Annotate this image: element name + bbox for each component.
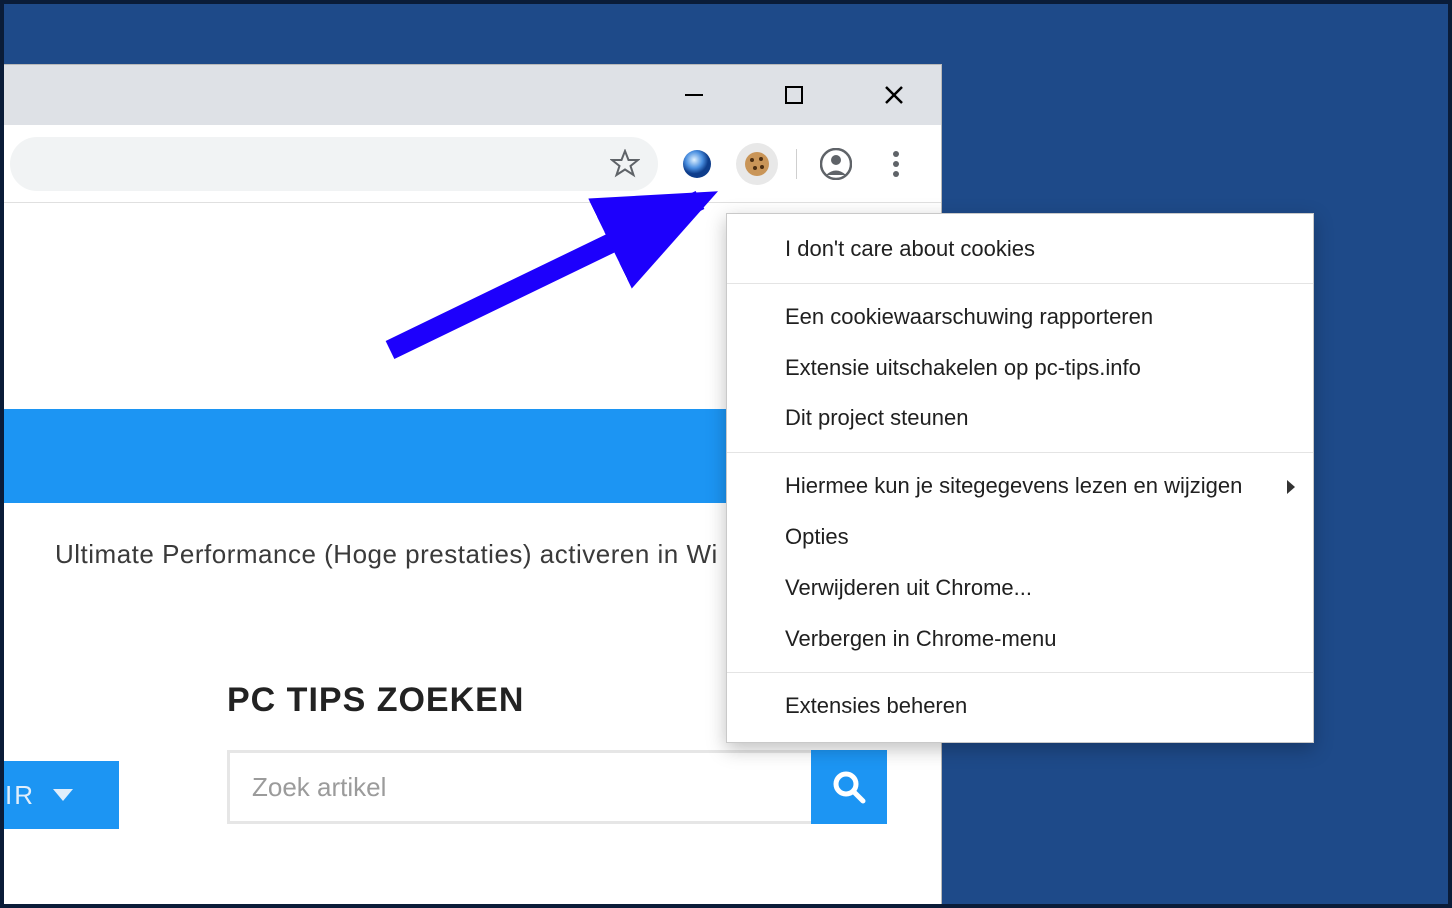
extension-cookie-button[interactable] xyxy=(736,143,778,185)
dropdown-label: IR xyxy=(5,780,35,811)
menu-item-options[interactable]: Opties xyxy=(727,512,1313,563)
cookie-icon xyxy=(742,149,772,179)
separator xyxy=(796,149,797,179)
minimize-button[interactable] xyxy=(671,72,717,118)
search-button[interactable] xyxy=(811,750,887,824)
menu-button[interactable] xyxy=(875,143,917,185)
menu-item-label: Verbergen in Chrome-menu xyxy=(785,624,1056,655)
search-input[interactable] xyxy=(227,750,811,824)
menu-title[interactable]: I don't care about cookies xyxy=(727,224,1313,275)
menu-item-site-data[interactable]: Hiermee kun je sitegegevens lezen en wij… xyxy=(727,461,1313,512)
search-icon xyxy=(831,769,867,805)
minimize-icon xyxy=(683,84,705,106)
menu-item-disable-site[interactable]: Extensie uitschakelen op pc-tips.info xyxy=(727,343,1313,394)
menu-separator xyxy=(727,452,1313,453)
menu-item-label: Hiermee kun je sitegegevens lezen en wij… xyxy=(785,471,1242,502)
menu-title-label: I don't care about cookies xyxy=(785,234,1035,265)
extension-context-menu: I don't care about cookies Een cookiewaa… xyxy=(726,213,1314,743)
menu-item-label: Extensies beheren xyxy=(785,691,967,722)
menu-separator xyxy=(727,283,1313,284)
menu-item-remove[interactable]: Verwijderen uit Chrome... xyxy=(727,563,1313,614)
menu-item-label: Opties xyxy=(785,522,849,553)
menu-separator xyxy=(727,672,1313,673)
profile-icon xyxy=(820,148,852,180)
chevron-down-icon xyxy=(53,789,73,801)
submenu-arrow-icon xyxy=(1287,480,1295,494)
browser-toolbar xyxy=(1,125,941,203)
kebab-menu-icon xyxy=(892,150,900,178)
article-title: Ultimate Performance (Hoge prestaties) a… xyxy=(55,539,718,570)
close-button[interactable] xyxy=(871,72,917,118)
menu-item-label: Extensie uitschakelen op pc-tips.info xyxy=(785,353,1141,384)
category-dropdown[interactable]: IR xyxy=(1,761,119,829)
close-icon xyxy=(883,84,905,106)
globe-icon xyxy=(681,148,713,180)
extension-globe-button[interactable] xyxy=(676,143,718,185)
menu-item-label: Verwijderen uit Chrome... xyxy=(785,573,1032,604)
menu-item-hide[interactable]: Verbergen in Chrome-menu xyxy=(727,614,1313,665)
star-icon[interactable] xyxy=(610,149,640,179)
menu-item-report-warning[interactable]: Een cookiewaarschuwing rapporteren xyxy=(727,292,1313,343)
maximize-icon xyxy=(783,84,805,106)
profile-button[interactable] xyxy=(815,143,857,185)
maximize-button[interactable] xyxy=(771,72,817,118)
window-titlebar xyxy=(1,65,941,125)
address-bar[interactable] xyxy=(10,137,658,191)
search-box xyxy=(227,750,887,824)
menu-item-label: Dit project steunen xyxy=(785,403,968,434)
menu-item-manage-extensions[interactable]: Extensies beheren xyxy=(727,681,1313,732)
menu-item-label: Een cookiewaarschuwing rapporteren xyxy=(785,302,1153,333)
menu-item-support-project[interactable]: Dit project steunen xyxy=(727,393,1313,444)
